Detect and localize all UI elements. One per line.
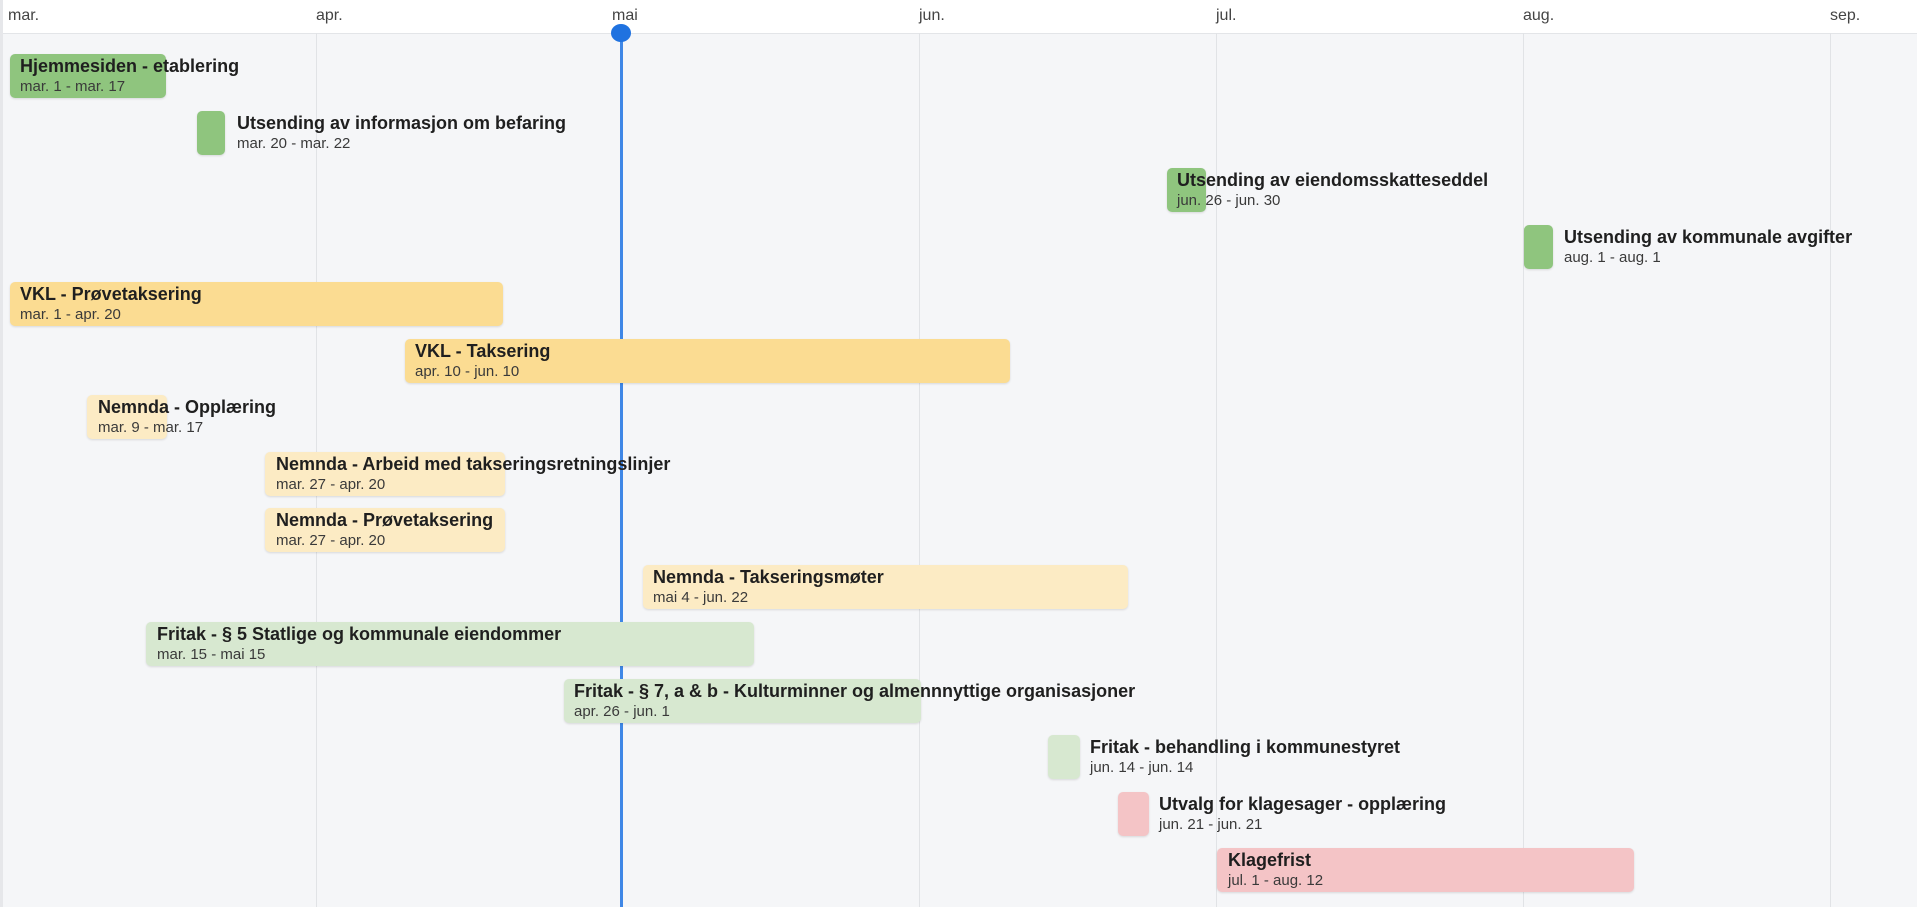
task-title: Utsending av kommunale avgifter [1564,227,1853,247]
task-label[interactable]: Utsending av eiendomsskatteseddel jun. 26… [1177,169,1488,211]
task-label[interactable]: Fritak - behandling i kommunestyret jun. … [1090,736,1400,778]
task-title: Utvalg for klagesager - opplæring [1159,794,1447,814]
month-label-apr: apr. [316,7,343,24]
task-title: Nemnda - Opplæring [98,397,277,417]
task-dates: mai 4 - jun. 22 [653,589,749,606]
task-title: Nemnda - Takseringsmøter [653,567,884,587]
month-label-aug: aug. [1523,7,1555,24]
task-title: Fritak - behandling i kommunestyret [1090,737,1401,757]
task-label[interactable]: Fritak - § 7, a & b - Kulturminner og al… [574,680,1135,722]
task-dates: jun. 26 - jun. 30 [1177,192,1281,209]
task-title: Nemnda - Arbeid med takseringsretningsli… [276,454,671,474]
task-dates: aug. 1 - aug. 1 [1564,249,1661,266]
task-title: VKL - Taksering [415,341,551,361]
task-title: Klagefrist [1228,850,1312,870]
task-dates: mar. 15 - mai 15 [157,646,266,663]
task-title: Utsending av informasjon om befaring [237,113,567,133]
task-dates: apr. 26 - jun. 1 [574,703,670,720]
gridline-aug [1523,33,1524,907]
task-dates: mar. 27 - apr. 20 [276,532,386,549]
task-dates: mar. 9 - mar. 17 [98,419,204,436]
gridline-sep [1830,33,1831,907]
task-dates: jun. 14 - jun. 14 [1090,759,1194,776]
task-label[interactable]: Nemnda - Takseringsmøter mai 4 - jun. 22 [653,566,884,608]
task-title: Utsending av eiendomsskatteseddel [1177,170,1489,190]
task-label[interactable]: VKL - Taksering apr. 10 - jun. 10 [415,340,550,382]
month-label-sep: sep. [1830,7,1861,24]
task-label[interactable]: Nemnda - Opplæring mar. 9 - mar. 17 [98,396,276,438]
task-title: Nemnda - Prøvetaksering [276,510,494,530]
month-label-mai: mai [612,7,638,24]
task-title: Hjemmesiden - etablering [20,56,240,76]
task-title: Fritak - § 7, a & b - Kulturminner og al… [574,681,1136,701]
timeline-chart: mar. apr. mai jun. jul. aug. sep. Hjemme… [0,0,1917,907]
task-bar[interactable] [1118,792,1149,836]
task-label[interactable]: Utvalg for klagesager - opplæring jun. 21… [1159,793,1446,835]
task-label[interactable]: Nemnda - Arbeid med takseringsretningsli… [276,453,670,495]
left-edge [0,0,3,907]
month-header: mar. apr. mai jun. jul. aug. sep. [0,0,1917,34]
task-title: VKL - Prøvetaksering [20,284,202,304]
month-label-jul: jul. [1216,7,1237,24]
today-marker-dot[interactable] [611,24,631,42]
task-dates: jul. 1 - aug. 12 [1228,872,1324,889]
task-label[interactable]: Utsending av kommunale avgifter aug. 1 - … [1564,226,1852,268]
task-dates: mar. 20 - mar. 22 [237,135,351,152]
month-label-jun: jun. [919,7,945,24]
task-dates: apr. 10 - jun. 10 [415,363,520,380]
task-bar[interactable] [197,111,225,155]
task-label[interactable]: VKL - Prøvetaksering mar. 1 - apr. 20 [20,283,202,325]
task-label[interactable]: Hjemmesiden - etablering mar. 1 - mar. 17 [20,55,239,97]
month-label-mar: mar. [8,7,40,24]
task-label[interactable]: Utsending av informasjon om befaring mar.… [237,112,566,154]
task-dates: mar. 27 - apr. 20 [276,476,386,493]
task-title: Fritak - § 5 Statlige og kommunale eiend… [157,624,562,644]
task-label[interactable]: Fritak - § 5 Statlige og kommunale eiend… [157,623,561,665]
task-bar[interactable] [1048,735,1080,779]
task-label[interactable]: Klagefrist jul. 1 - aug. 12 [1228,849,1323,891]
task-dates: mar. 1 - mar. 17 [20,78,126,95]
task-dates: jun. 21 - jun. 21 [1159,816,1263,833]
gridline-jun [919,33,920,907]
task-bar[interactable] [1524,225,1553,269]
task-label[interactable]: Nemnda - Prøvetaksering mar. 27 - apr. 20 [276,509,493,551]
task-dates: mar. 1 - apr. 20 [20,306,121,323]
